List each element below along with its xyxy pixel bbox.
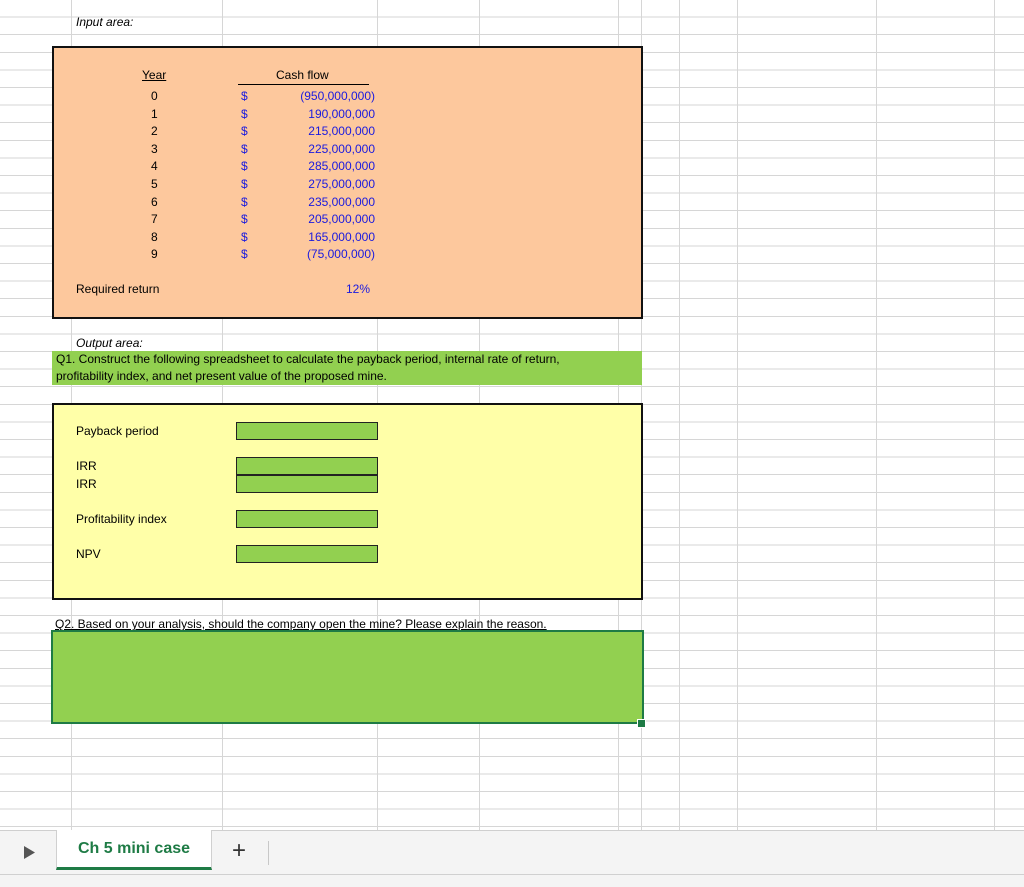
- year-cell[interactable]: 2: [151, 124, 158, 138]
- required-return-value[interactable]: 12%: [346, 282, 370, 296]
- q1-line-1: Q1. Construct the following spreadsheet …: [56, 352, 560, 366]
- currency-symbol: $: [241, 212, 248, 227]
- year-cell[interactable]: 8: [151, 230, 158, 244]
- year-cell[interactable]: 1: [151, 107, 158, 121]
- year-header[interactable]: Year: [142, 68, 166, 82]
- irr-cell-2[interactable]: [236, 475, 378, 493]
- profitability-index-cell[interactable]: [236, 510, 378, 528]
- cash-flow-cell[interactable]: 275,000,000: [308, 177, 375, 191]
- payback-period-label[interactable]: Payback period: [76, 424, 159, 438]
- npv-cell[interactable]: [236, 545, 378, 563]
- column-line: [737, 0, 738, 830]
- irr-cell-1[interactable]: [236, 457, 378, 475]
- cash-flow-cell[interactable]: 285,000,000: [308, 159, 375, 173]
- npv-label[interactable]: NPV: [76, 547, 101, 561]
- year-cell[interactable]: 3: [151, 142, 158, 156]
- tab-separator: [268, 841, 269, 865]
- currency-symbol: $: [241, 247, 248, 262]
- q1-line-2: profitability index, and net present val…: [56, 369, 387, 383]
- sheet-tab-ch5-mini-case[interactable]: Ch 5 mini case: [56, 830, 212, 870]
- q1-instructions[interactable]: Q1. Construct the following spreadsheet …: [52, 351, 642, 385]
- q2-answer-cell[interactable]: [51, 630, 644, 724]
- add-sheet-icon[interactable]: +: [232, 837, 246, 865]
- cash-flow-cell[interactable]: (75,000,000): [307, 247, 375, 261]
- status-bar: [0, 874, 1024, 887]
- currency-symbol: $: [241, 177, 248, 191]
- irr-label-1[interactable]: IRR: [76, 459, 97, 473]
- required-return-label[interactable]: Required return: [76, 282, 159, 296]
- column-line: [994, 0, 995, 830]
- output-area-label: Output area:: [76, 336, 143, 350]
- year-cell[interactable]: 0: [151, 89, 158, 103]
- year-cell[interactable]: 6: [151, 195, 158, 209]
- cash-flow-header[interactable]: Cash flow: [276, 68, 329, 82]
- cash-flow-cell[interactable]: (950,000,000): [300, 89, 375, 103]
- year-cell[interactable]: 4: [151, 159, 158, 173]
- cash-flow-cell[interactable]: 190,000,000: [308, 107, 375, 121]
- currency-symbol: $: [241, 159, 248, 174]
- input-area-label: Input area:: [76, 15, 134, 29]
- currency-symbol: $: [241, 106, 248, 121]
- currency-symbol: $: [241, 89, 248, 103]
- cash-flow-cell[interactable]: 205,000,000: [308, 212, 375, 226]
- year-cell[interactable]: 5: [151, 177, 158, 191]
- play-icon[interactable]: [24, 846, 35, 859]
- profitability-index-label[interactable]: Profitability index: [76, 512, 167, 526]
- cash-flow-cell[interactable]: 235,000,000: [308, 195, 375, 209]
- cash-flow-cell[interactable]: 225,000,000: [308, 142, 375, 156]
- column-line: [679, 0, 680, 830]
- cash-flow-cell[interactable]: 165,000,000: [308, 230, 375, 244]
- currency-symbol: $: [241, 229, 248, 244]
- year-cell[interactable]: 9: [151, 247, 158, 261]
- year-cell[interactable]: 7: [151, 212, 158, 226]
- currency-symbol: $: [241, 124, 248, 139]
- payback-period-cell[interactable]: [236, 422, 378, 440]
- fill-handle[interactable]: [637, 719, 646, 728]
- q2-question[interactable]: Q2. Based on your analysis, should the c…: [55, 617, 547, 631]
- currency-symbol: $: [241, 194, 248, 209]
- header-underline: [238, 84, 369, 85]
- column-line: [876, 0, 877, 830]
- cash-flow-cell[interactable]: 215,000,000: [308, 124, 375, 138]
- irr-label-2[interactable]: IRR: [76, 477, 97, 491]
- currency-symbol: $: [241, 141, 248, 156]
